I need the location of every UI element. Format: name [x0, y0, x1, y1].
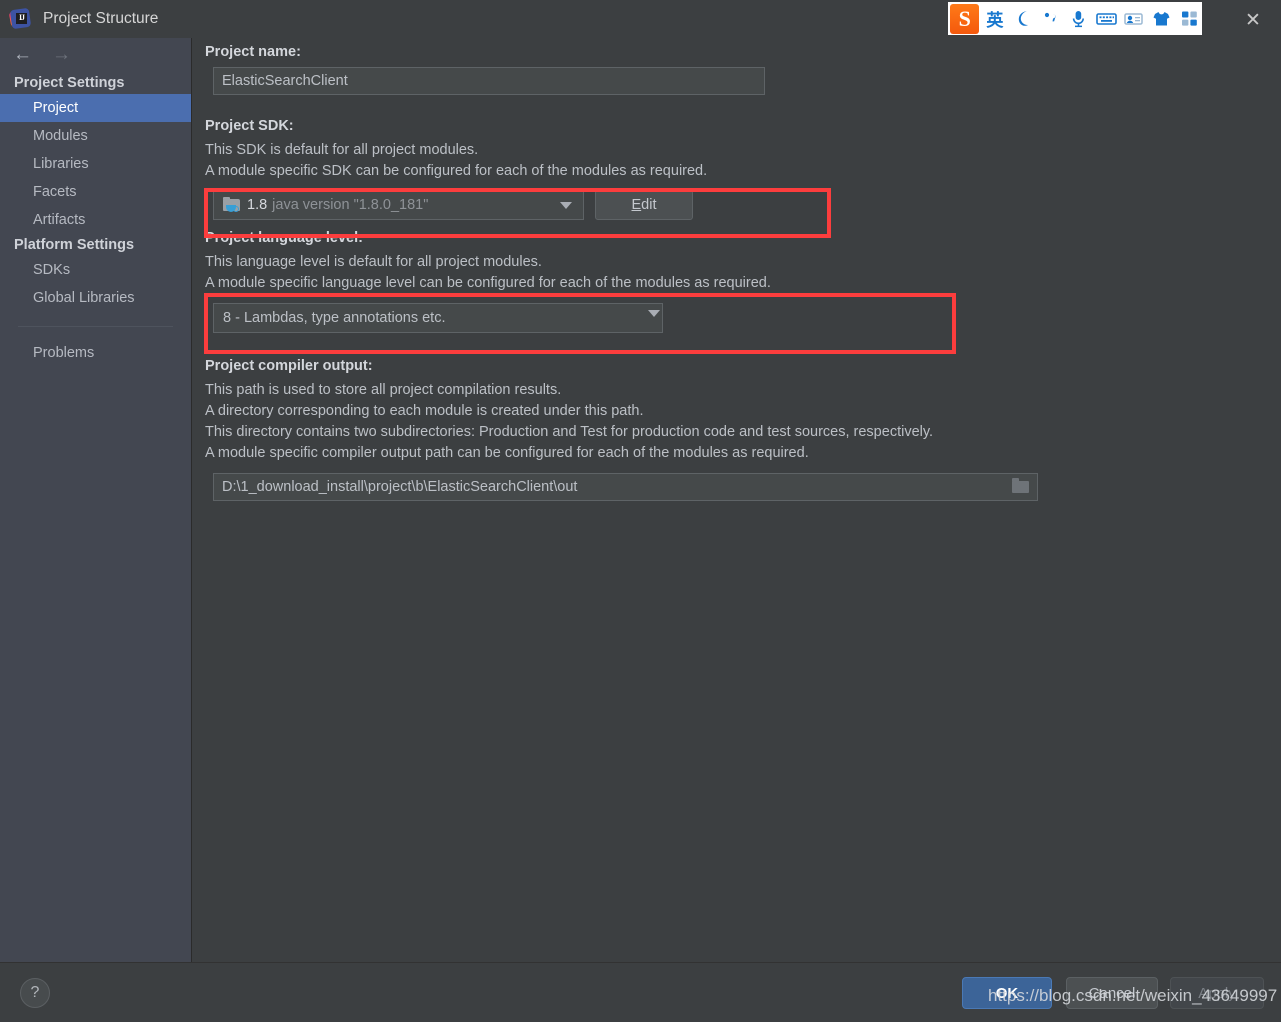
- project-sdk-label: Project SDK:: [205, 118, 294, 134]
- navigation-arrows: ← →: [0, 38, 191, 72]
- group-header-platform-settings: Platform Settings: [14, 237, 135, 253]
- compiler-output-desc-line2: A directory corresponding to each module…: [205, 403, 644, 419]
- ime-punctuation-icon[interactable]: [1038, 4, 1063, 33]
- project-sdk-version: java version "1.8.0_181": [272, 197, 429, 213]
- ime-keyboard-icon[interactable]: [1094, 4, 1119, 33]
- main-content: Project name: ElasticSearchClient Projec…: [193, 38, 1281, 962]
- language-level-desc-line2: A module specific language level can be …: [205, 275, 771, 291]
- compiler-output-label: Project compiler output:: [205, 358, 373, 374]
- ime-skin-icon[interactable]: [1149, 4, 1174, 33]
- watermark-text: https://blog.csdn.net/weixin_43649997: [988, 986, 1278, 1005]
- forward-arrow-icon[interactable]: →: [52, 44, 71, 66]
- ime-mode-english[interactable]: 英: [982, 4, 1007, 33]
- intellij-logo-icon: IJ: [8, 7, 32, 30]
- back-arrow-icon[interactable]: ←: [13, 44, 32, 66]
- project-sdk-combo[interactable]: 1.8 java version "1.8.0_181": [213, 190, 584, 220]
- language-level-chevron-down-icon[interactable]: [648, 310, 660, 317]
- compiler-output-desc-line1: This path is used to store all project c…: [205, 382, 562, 398]
- ime-microphone-icon[interactable]: [1066, 4, 1091, 33]
- language-level-desc-line1: This language level is default for all p…: [205, 254, 542, 270]
- logo-letters: IJ: [18, 13, 25, 22]
- project-sdk-desc-line2: A module specific SDK can be configured …: [205, 163, 708, 179]
- language-level-label: Project language level:: [205, 230, 363, 246]
- help-button[interactable]: ?: [20, 978, 50, 1008]
- close-button[interactable]: ✕: [1233, 4, 1273, 36]
- project-sdk-name: 1.8: [247, 197, 268, 213]
- sidebar-item-facets[interactable]: Facets: [0, 178, 191, 206]
- sidebar-item-global-libraries[interactable]: Global Libraries: [0, 284, 191, 312]
- ime-card-icon[interactable]: [1122, 4, 1147, 33]
- project-name-input[interactable]: ElasticSearchClient: [213, 67, 765, 95]
- sidebar-item-libraries[interactable]: Libraries: [0, 150, 191, 178]
- language-level-combo[interactable]: 8 - Lambdas, type annotations etc.: [213, 303, 663, 333]
- compiler-output-path-value: D:\1_download_install\project\b\ElasticS…: [222, 479, 578, 495]
- project-name-label: Project name:: [205, 44, 301, 60]
- sidebar-item-problems[interactable]: Problems: [0, 339, 191, 367]
- project-sdk-desc-line1: This SDK is default for all project modu…: [205, 142, 479, 158]
- chevron-down-icon[interactable]: [560, 201, 572, 209]
- ime-moon-icon[interactable]: [1010, 4, 1035, 33]
- sidebar-divider: [18, 326, 173, 327]
- sidebar-item-modules[interactable]: Modules: [0, 122, 191, 150]
- window-title: Project Structure: [43, 10, 159, 27]
- sidebar-item-sdks[interactable]: SDKs: [0, 256, 191, 284]
- sidebar-item-project[interactable]: Project: [0, 94, 191, 122]
- compiler-output-desc-line3: This directory contains two subdirectori…: [205, 424, 934, 440]
- edit-sdk-button[interactable]: Edit: [595, 190, 693, 220]
- java-sdk-icon: [223, 196, 241, 213]
- edit-sdk-button-label: Edit: [631, 197, 657, 213]
- sogou-logo-icon[interactable]: S: [950, 3, 980, 34]
- ime-apps-icon[interactable]: [1177, 4, 1202, 33]
- browse-folder-icon[interactable]: [1003, 474, 1037, 500]
- group-header-project-settings: Project Settings: [14, 75, 125, 91]
- compiler-output-input[interactable]: D:\1_download_install\project\b\ElasticS…: [213, 473, 1038, 501]
- sogou-ime-toolbar[interactable]: S 英: [948, 2, 1202, 35]
- compiler-output-desc-line4: A module specific compiler output path c…: [205, 445, 809, 461]
- sidebar-item-artifacts[interactable]: Artifacts: [0, 206, 191, 234]
- sidebar: ← → Project Settings Project Modules Lib…: [0, 38, 192, 962]
